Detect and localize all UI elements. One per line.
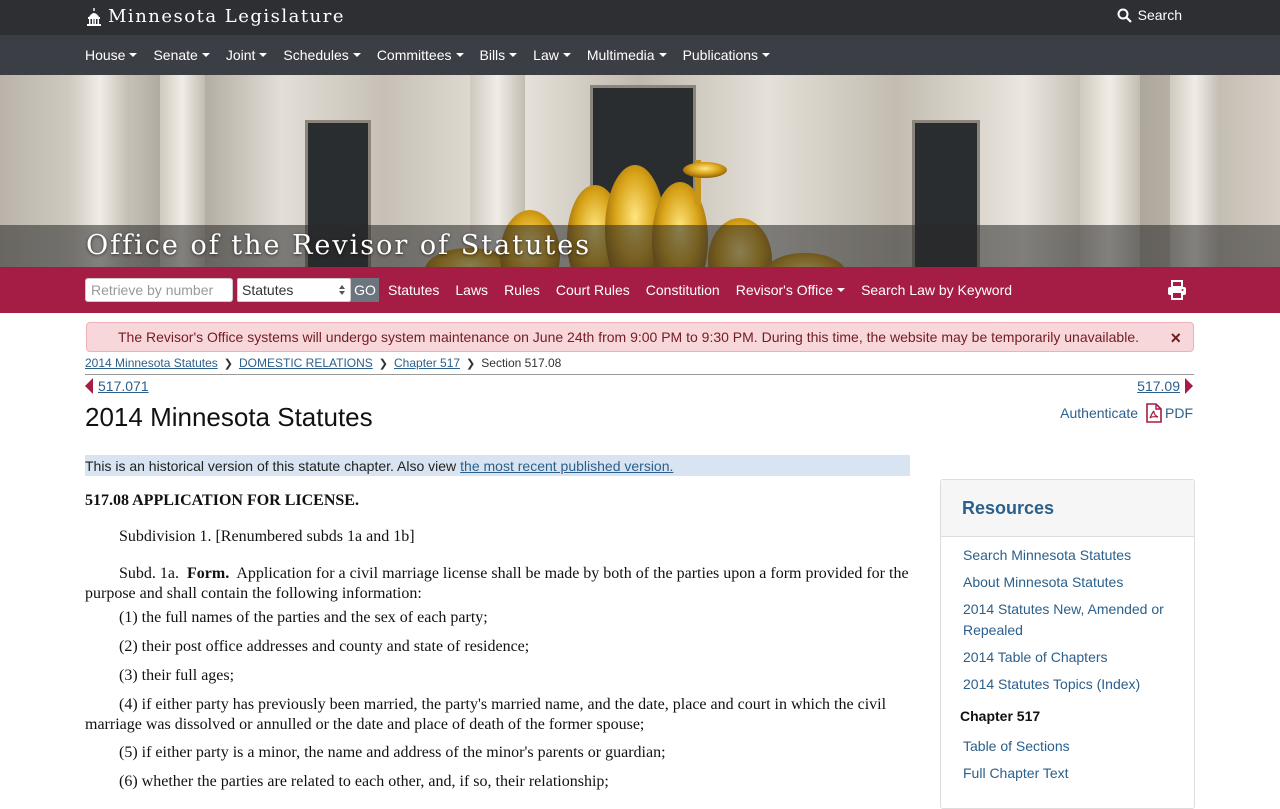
historical-notice: This is an historical version of this st… <box>85 455 910 476</box>
next-section[interactable]: 517.09 <box>1137 378 1193 394</box>
resources-panel: Resources Search Minnesota Statutes Abou… <box>940 479 1195 809</box>
capitol-dome-icon <box>87 7 101 26</box>
triangle-left-icon <box>85 378 93 394</box>
close-icon[interactable]: × <box>1170 328 1181 349</box>
caret-down-icon <box>352 53 361 57</box>
office-title: Office of the Revisor of Statutes <box>86 230 592 261</box>
historical-text: This is an historical version of this st… <box>85 457 457 474</box>
chevron-right-icon: ❯ <box>223 357 233 370</box>
search-label: Search <box>1137 7 1182 23</box>
subdivision-1: Subdivision 1. [Renumbered subds 1a and … <box>119 528 415 545</box>
resource-link[interactable]: 2014 Statutes New, Amended or Repealed <box>963 599 1194 641</box>
caret-down-icon <box>509 53 518 57</box>
nav-multimedia[interactable]: Multimedia <box>587 47 667 63</box>
select-value: Statutes <box>242 282 294 298</box>
list-item: (2) their post office addresses and coun… <box>119 638 530 655</box>
breadcrumb-statutes[interactable]: 2014 Minnesota Statutes <box>85 356 218 370</box>
triangle-right-icon <box>1185 378 1193 394</box>
pdf-link[interactable]: PDF <box>1146 403 1193 423</box>
breadcrumb-current: Section 517.08 <box>481 356 562 370</box>
list-item: (3) their full ages; <box>119 667 235 684</box>
toolbar-link-statutes[interactable]: Statutes <box>388 282 439 298</box>
print-icon[interactable] <box>1167 280 1187 300</box>
resource-link[interactable]: About Minnesota Statutes <box>963 572 1194 593</box>
resources-list: Search Minnesota Statutes About Minnesot… <box>941 537 1194 784</box>
caret-down-icon <box>259 53 268 57</box>
resources-heading: Resources <box>941 480 1194 537</box>
resource-link[interactable]: 2014 Statutes Topics (Index) <box>963 674 1194 695</box>
caret-down-icon <box>201 53 210 57</box>
caret-down-icon <box>658 53 667 57</box>
search-icon <box>1117 8 1132 23</box>
list-item: (1) the full names of the parties and th… <box>119 609 488 626</box>
list-item: (6) whether the parties are related to e… <box>119 773 609 790</box>
section-heading: 517.08 APPLICATION FOR LICENSE. <box>85 492 359 509</box>
statute-text: 517.08 APPLICATION FOR LICENSE. Subdivis… <box>85 490 910 792</box>
retrieve-by-number-input[interactable]: Retrieve by number <box>85 278 233 302</box>
authenticate-bar: Authenticate PDF <box>1060 403 1193 423</box>
breadcrumb: 2014 Minnesota Statutes ❯ DOMESTIC RELAT… <box>85 356 561 370</box>
toolbar-link-laws[interactable]: Laws <box>455 282 488 298</box>
go-button[interactable]: GO <box>351 278 379 302</box>
pdf-file-icon <box>1146 403 1162 423</box>
prev-section[interactable]: 517.071 <box>85 378 149 394</box>
page-title: 2014 Minnesota Statutes <box>85 402 373 432</box>
resource-link[interactable]: Table of Sections <box>963 736 1194 757</box>
divider <box>85 374 1194 375</box>
subd-label: Subd. 1a. <box>119 565 179 582</box>
breadcrumb-chapter[interactable]: Chapter 517 <box>394 356 460 370</box>
caret-down-icon <box>455 53 464 57</box>
list-item: (4) if either party has previously been … <box>85 696 887 733</box>
subd-title: Form. <box>187 565 230 582</box>
toolbar-link-search-law[interactable]: Search Law by Keyword <box>861 282 1012 298</box>
nav-schedules[interactable]: Schedules <box>283 47 361 63</box>
nav-publications[interactable]: Publications <box>683 47 771 63</box>
resource-link[interactable]: Full Chapter Text <box>963 763 1194 784</box>
site-logo[interactable]: Minnesota Legislature <box>86 6 345 27</box>
nav-joint[interactable]: Joint <box>226 47 268 63</box>
authenticate-link[interactable]: Authenticate <box>1060 405 1138 421</box>
nav-bills[interactable]: Bills <box>480 47 518 63</box>
nav-committees[interactable]: Committees <box>377 47 464 63</box>
caret-down-icon <box>837 288 846 292</box>
list-item: (5) if either party is a minor, the name… <box>119 744 666 761</box>
toolbar-link-rules[interactable]: Rules <box>504 282 540 298</box>
subdivision-1a: Subd. 1a. Form. Application for a civil … <box>85 564 910 604</box>
maintenance-alert: The Revisor's Office systems will underg… <box>86 322 1194 352</box>
main-nav: House Senate Joint Schedules Committees … <box>0 35 1280 75</box>
caret-down-icon <box>562 53 571 57</box>
chapter-heading: Chapter 517 <box>960 708 1041 724</box>
toolbar-link-court-rules[interactable]: Court Rules <box>556 282 630 298</box>
chevron-right-icon: ❯ <box>378 357 388 370</box>
toolbar-link-revisors-office[interactable]: Revisor's Office <box>736 282 846 298</box>
pdf-label: PDF <box>1165 405 1193 421</box>
next-section-link[interactable]: 517.09 <box>1137 378 1180 394</box>
select-arrows-icon <box>339 285 345 295</box>
alert-text: The Revisor's Office systems will underg… <box>118 329 1139 345</box>
resource-link[interactable]: 2014 Table of Chapters <box>963 647 1194 668</box>
top-bar: Minnesota Legislature Search <box>0 0 1280 35</box>
chevron-right-icon: ❯ <box>466 357 476 370</box>
search-button[interactable]: Search <box>1117 7 1182 23</box>
hero-banner: Office of the Revisor of Statutes <box>0 75 1280 267</box>
toolbar-link-constitution[interactable]: Constitution <box>646 282 720 298</box>
revisor-toolbar: Retrieve by number Statutes GO Statutes … <box>0 267 1280 313</box>
caret-down-icon <box>129 53 138 57</box>
resource-link[interactable]: Search Minnesota Statutes <box>963 545 1194 566</box>
site-title: Minnesota Legislature <box>108 6 345 27</box>
nav-house[interactable]: House <box>85 47 138 63</box>
caret-down-icon <box>762 53 771 57</box>
document-type-select[interactable]: Statutes <box>237 278 351 302</box>
breadcrumb-domestic-relations[interactable]: DOMESTIC RELATIONS <box>239 356 373 370</box>
nav-law[interactable]: Law <box>533 47 571 63</box>
recent-version-link[interactable]: the most recent published version. <box>460 458 673 474</box>
prev-section-link[interactable]: 517.071 <box>98 378 149 394</box>
nav-senate[interactable]: Senate <box>153 47 210 63</box>
